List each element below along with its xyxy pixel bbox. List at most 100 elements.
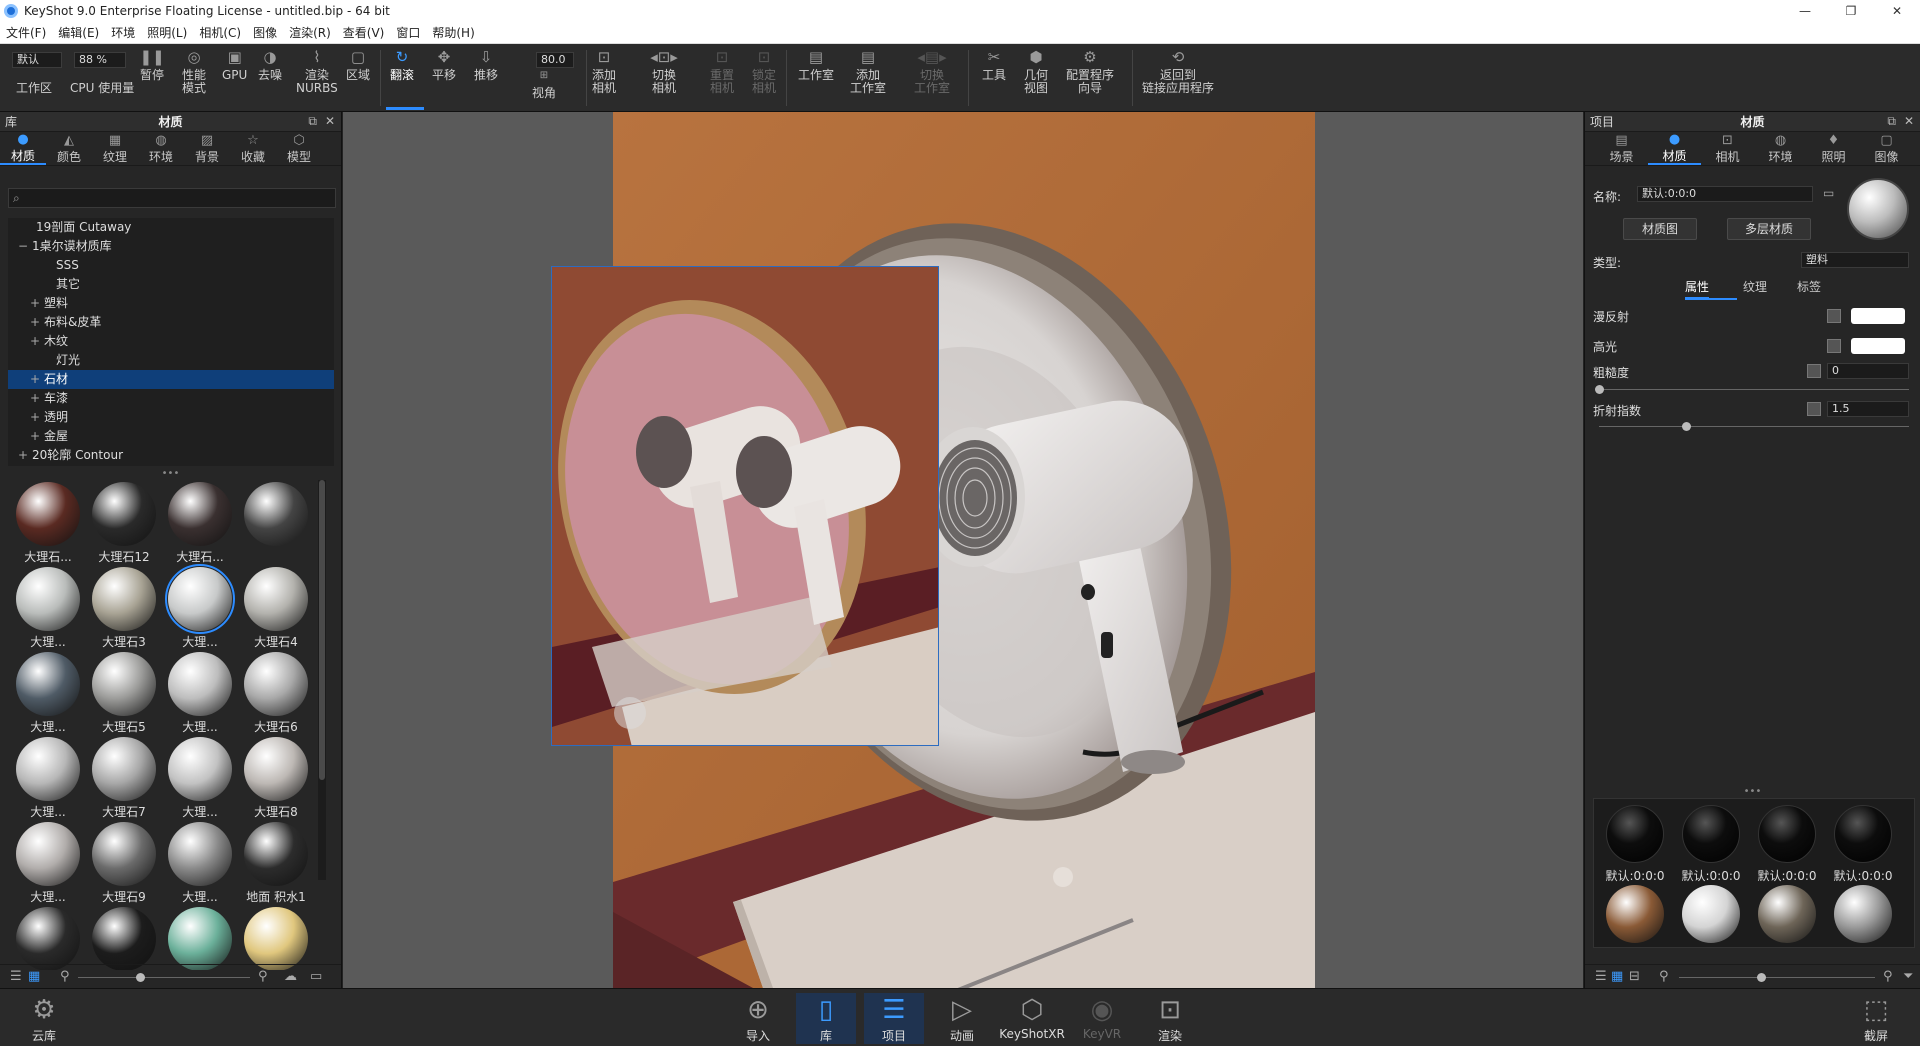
list-view-icon[interactable]: ☰ — [10, 969, 22, 984]
menu-image[interactable]: 图像 — [247, 24, 283, 41]
material-thumbnail[interactable]: 大理石5 — [86, 650, 162, 735]
material-thumbnail[interactable]: 大理... — [10, 565, 86, 650]
tree-expander[interactable]: + — [30, 408, 40, 427]
keyshotxr-button[interactable]: ⬡ KeyShotXR — [999, 993, 1065, 1041]
pause-button[interactable]: ❚❚ 暂停 — [139, 48, 164, 82]
roughness-texture-icon[interactable] — [1807, 364, 1821, 378]
tab-image[interactable]: ▢ 图像 — [1860, 132, 1913, 165]
material-thumbnail[interactable] — [10, 905, 86, 970]
tree-item[interactable]: + 塑料 — [8, 294, 334, 313]
material-thumbnail[interactable] — [162, 905, 238, 970]
filter-icon[interactable]: ⏷ — [1903, 969, 1913, 984]
folder-icon[interactable]: ▭ — [310, 969, 322, 984]
tree-item[interactable]: +20轮廓 Contour — [8, 446, 334, 465]
tree-item[interactable]: + 石材 — [8, 370, 334, 389]
tree-expander[interactable]: + — [30, 370, 40, 389]
menu-render[interactable]: 渲染(R) — [283, 24, 337, 41]
scene-material-ball[interactable] — [1834, 885, 1892, 943]
tab-models[interactable]: ⬡ 模型 — [276, 132, 322, 165]
subtab-textures[interactable]: 纹理 — [1743, 278, 1767, 295]
tools-button[interactable]: ✂ 工具 — [982, 48, 1006, 82]
material-thumbnail[interactable]: 大理... — [162, 820, 238, 905]
material-thumbnail[interactable]: 大理石3 — [86, 565, 162, 650]
splitter-handle[interactable]: ••• — [0, 469, 341, 479]
preset-select[interactable]: 默认 — [12, 52, 62, 68]
material-thumbnail[interactable]: 大理... — [162, 650, 238, 735]
tree-item[interactable]: 灯光 — [8, 351, 334, 370]
thumbnail-scrollbar[interactable] — [318, 480, 326, 880]
ior-slider[interactable] — [1599, 426, 1909, 427]
tab-backplates[interactable]: ▨ 背景 — [184, 132, 230, 165]
save-material-icon[interactable]: ▭ — [1823, 186, 1834, 200]
scene-material-ball[interactable] — [1834, 805, 1892, 863]
splitter-handle[interactable]: ••• — [1585, 787, 1920, 797]
material-thumbnail[interactable]: 大理石... — [10, 480, 86, 565]
material-thumbnail[interactable]: 大理石8 — [238, 735, 314, 820]
tab-materials[interactable]: ● 材质 — [0, 132, 46, 165]
render-nurbs-button[interactable]: ⌇ 渲染 NURBS — [296, 48, 338, 95]
tree-item[interactable]: + 木纹 — [8, 332, 334, 351]
roughness-slider[interactable] — [1599, 389, 1909, 390]
switch-camera-button[interactable]: ◂⊡▸ 切换 相机 — [650, 48, 678, 95]
config-wizard-button[interactable]: ⚙ 配置程序 向导 — [1066, 48, 1114, 95]
material-thumbnail[interactable]: 大理石12 — [86, 480, 162, 565]
roughness-input[interactable]: 0 — [1827, 363, 1909, 379]
thumbnail-size-slider[interactable] — [78, 977, 250, 978]
scene-material-ball[interactable] — [1758, 885, 1816, 943]
thumbnail-size-slider[interactable] — [1679, 977, 1875, 978]
tab-favorites[interactable]: ☆ 收藏 — [230, 132, 276, 165]
tab-lighting[interactable]: ♦ 照明 — [1807, 132, 1860, 165]
scene-material-ball[interactable] — [1682, 805, 1740, 863]
tab-textures[interactable]: ▦ 纹理 — [92, 132, 138, 165]
keyvr-button[interactable]: ◉ KeyVR — [1072, 993, 1132, 1041]
scene-material-ball[interactable] — [1682, 885, 1740, 943]
pan-button[interactable]: ✥ 平移 — [432, 48, 456, 82]
screenshot-button[interactable]: ⬚ 截屏 — [1846, 993, 1906, 1044]
reset-camera-button[interactable]: ⊡ 重置 相机 — [710, 48, 734, 95]
tab-environments[interactable]: ◍ 环境 — [138, 132, 184, 165]
tree-view-icon[interactable]: ⊟ — [1629, 969, 1640, 984]
tree-expander[interactable]: + — [30, 427, 40, 446]
tree-item[interactable]: + 布料&皮革 — [8, 313, 334, 332]
menu-view[interactable]: 查看(V) — [337, 24, 391, 41]
roughness-slider-knob[interactable] — [1595, 385, 1604, 394]
return-link-app-button[interactable]: ⟲ 返回到 链接应用程序 — [1142, 48, 1214, 95]
render-viewport[interactable] — [343, 112, 1583, 988]
tab-environment[interactable]: ◍ 环境 — [1754, 132, 1807, 165]
import-button[interactable]: ⊕ 导入 — [728, 993, 788, 1044]
gpu-button[interactable]: ▣ GPU — [222, 48, 247, 82]
ior-slider-knob[interactable] — [1681, 422, 1691, 431]
float-panel-icon[interactable]: ⧉ — [308, 114, 317, 129]
multi-material-button[interactable]: 多层材质 — [1727, 218, 1811, 240]
grid-view-icon[interactable]: ▦ — [28, 969, 40, 984]
tree-expander[interactable]: + — [18, 446, 28, 465]
scene-material-ball[interactable] — [1606, 885, 1664, 943]
tree-expander[interactable]: − — [18, 237, 28, 256]
cloud-library-button[interactable]: ⚙ 云库 — [14, 993, 74, 1044]
specular-color-swatch[interactable] — [1851, 338, 1905, 354]
lock-camera-button[interactable]: ⊡ 锁定 相机 — [752, 48, 776, 95]
denoise-button[interactable]: ◑ 去噪 — [258, 48, 282, 82]
scrollbar-handle[interactable] — [319, 480, 325, 780]
subtab-labels[interactable]: 标签 — [1797, 278, 1821, 295]
material-thumbnail[interactable]: 大理石7 — [86, 735, 162, 820]
tree-item[interactable]: 19剖面 Cutaway — [8, 218, 334, 237]
material-thumbnail[interactable] — [238, 905, 314, 970]
tree-item[interactable]: −1桌尔谟材质库 — [8, 237, 334, 256]
workspace-button[interactable]: 工作区 — [16, 82, 52, 95]
restore-button[interactable]: ❐ — [1828, 0, 1874, 22]
tree-expander[interactable]: + — [30, 389, 40, 408]
library-button[interactable]: ▯ 库 — [796, 993, 856, 1044]
performance-mode-button[interactable]: ◎ 性能 模式 — [182, 48, 206, 95]
tree-item[interactable]: + 透明 — [8, 408, 334, 427]
specular-texture-icon[interactable] — [1827, 339, 1841, 353]
studio-button[interactable]: ▤ 工作室 — [798, 48, 834, 82]
subtab-properties[interactable]: 属性 — [1685, 278, 1710, 299]
diffuse-color-swatch[interactable] — [1851, 308, 1905, 324]
material-type-select[interactable]: 塑料 — [1801, 252, 1909, 268]
menu-help[interactable]: 帮助(H) — [426, 24, 480, 41]
render-button[interactable]: ⊡ 渲染 — [1140, 993, 1200, 1044]
thumbnail-size-knob[interactable] — [136, 973, 145, 982]
material-thumbnail[interactable]: 大理... — [162, 735, 238, 820]
cloud-upload-icon[interactable]: ☁ — [284, 969, 297, 984]
